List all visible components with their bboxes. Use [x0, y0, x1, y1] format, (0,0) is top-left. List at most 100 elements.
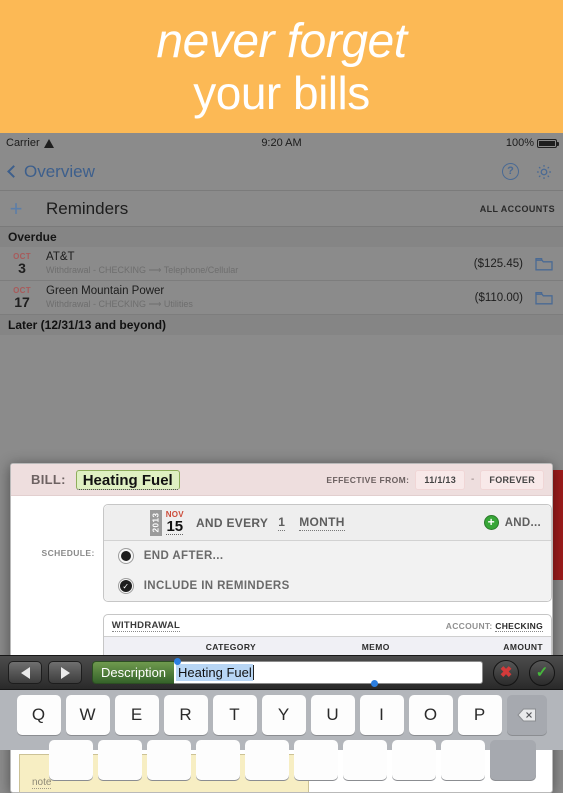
key-p[interactable]: P — [457, 695, 502, 735]
schedule-recurrence-row: 2013 NOV 15 AND EVERY 1 MONTH + AND... — [103, 505, 551, 541]
promo-banner: never forget your bills — [0, 0, 563, 133]
and-every-label: AND EVERY — [195, 515, 269, 530]
key-e[interactable]: E — [114, 695, 159, 735]
keyboard-key[interactable] — [98, 740, 142, 780]
gear-icon[interactable] — [535, 163, 553, 181]
keyboard-key[interactable] — [392, 740, 436, 780]
help-icon[interactable]: ? — [502, 163, 519, 180]
effective-start-field[interactable]: 11/1/13 — [415, 469, 466, 490]
text-caret — [252, 665, 255, 680]
column-category: CATEGORY — [205, 641, 257, 652]
effective-from-label: EFFECTIVE FROM: — [326, 474, 410, 485]
status-bar: Carrier 9:20 AM 100% — [0, 133, 563, 153]
transaction-type-field[interactable]: WITHDRAWAL — [111, 620, 181, 632]
chevron-left-icon — [7, 165, 20, 178]
transaction-account[interactable]: ACCOUNT: CHECKING — [445, 620, 543, 632]
row-detail: Withdrawal - CHECKING ⟶ Utilities — [46, 299, 193, 309]
key-i[interactable]: I — [359, 695, 404, 735]
reminders-header: + Reminders ALL ACCOUNTS — [0, 191, 563, 227]
backspace-key[interactable] — [506, 695, 547, 735]
back-button-label: Overview — [24, 161, 95, 181]
description-input[interactable]: Heating Fuel — [174, 658, 483, 687]
selection-handle-start[interactable] — [174, 658, 182, 665]
next-field-button[interactable] — [48, 661, 82, 684]
account-label: ACCOUNT: — [445, 620, 493, 631]
key-t[interactable]: T — [212, 695, 257, 735]
promo-line-2: your bills — [193, 66, 370, 119]
bill-name-field[interactable]: Heating Fuel — [75, 469, 180, 490]
done-button[interactable]: ✓ — [529, 659, 555, 686]
row-day: 3 — [18, 260, 26, 276]
table-row[interactable]: OCT 3 AT&T Withdrawal - CHECKING ⟶ Telep… — [0, 247, 563, 281]
schedule-row: SCHEDULE: 2013 NOV 15 AND EVERY 1 MONTH — [11, 504, 552, 602]
keyboard-row-1: QWERTYUIOP — [0, 695, 563, 735]
interval-field[interactable]: 1 — [278, 515, 286, 531]
folder-icon[interactable] — [535, 257, 553, 271]
keyboard-key[interactable] — [49, 740, 93, 780]
field-tag-label: Description — [92, 661, 175, 684]
row-date: OCT 3 — [6, 252, 38, 275]
clock: 9:20 AM — [261, 137, 302, 149]
add-schedule-label: AND... — [504, 516, 541, 529]
transaction-header: WITHDRAWAL ACCOUNT: CHECKING — [103, 615, 551, 637]
key-u[interactable]: U — [310, 695, 355, 735]
bill-label: BILL: — [31, 472, 66, 487]
row-day: 17 — [14, 294, 30, 310]
effective-end-field[interactable]: FOREVER — [480, 469, 544, 490]
option-include-in-reminders[interactable]: ✓ INCLUDE IN REMINDERS — [103, 571, 551, 601]
cancel-button[interactable]: ✖ — [493, 659, 519, 686]
row-date: OCT 17 — [6, 286, 38, 309]
battery-label: 100% — [505, 137, 534, 149]
option-include-label: INCLUDE IN REMINDERS — [143, 580, 290, 592]
option-end-after-label: END AFTER... — [143, 550, 224, 562]
column-memo: MEMO — [361, 641, 390, 652]
radio-check-icon: ✓ — [117, 578, 134, 594]
keyboard-key[interactable] — [196, 740, 240, 780]
row-amount: ($125.45) — [473, 257, 523, 270]
row-amount: ($110.00) — [474, 291, 523, 304]
key-y[interactable]: Y — [261, 695, 306, 735]
add-schedule-button[interactable]: + AND... — [483, 515, 541, 530]
navigation-bar: Overview ? — [0, 153, 563, 191]
next-field-icon — [60, 666, 70, 679]
key-w[interactable]: W — [65, 695, 110, 735]
schedule-panel: 2013 NOV 15 AND EVERY 1 MONTH + AND... E… — [102, 504, 552, 602]
folder-icon[interactable] — [535, 291, 553, 305]
section-header-overdue: Overdue — [0, 227, 563, 247]
key-r[interactable]: R — [163, 695, 208, 735]
transaction-column-headers: CATEGORY MEMO AMOUNT — [103, 637, 551, 657]
schedule-label: SCHEDULE: — [41, 548, 95, 558]
row-name: AT&T — [46, 251, 75, 263]
plus-circle-icon: + — [483, 515, 499, 530]
promo-line-1: never forget — [156, 14, 407, 68]
radio-filled-icon — [117, 548, 134, 564]
add-reminder-button[interactable]: + — [0, 197, 32, 220]
keyboard-key[interactable] — [343, 740, 387, 780]
schedule-day: 15 — [166, 518, 184, 535]
effective-separator: - — [471, 474, 475, 485]
keyboard-key[interactable] — [245, 740, 289, 780]
option-end-after[interactable]: END AFTER... — [103, 541, 551, 571]
key-o[interactable]: O — [408, 695, 453, 735]
table-row[interactable]: OCT 17 Green Mountain Power Withdrawal -… — [0, 281, 563, 315]
bill-header: BILL: Heating Fuel EFFECTIVE FROM: 11/1/… — [11, 464, 552, 496]
back-button-overview[interactable]: Overview — [6, 162, 95, 182]
description-input-value: Heating Fuel — [176, 664, 253, 681]
schedule-date-field[interactable]: 2013 NOV 15 — [149, 509, 188, 536]
keyboard-key-wide[interactable] — [490, 740, 536, 780]
interval-unit-field[interactable]: MONTH — [299, 515, 345, 531]
keyboard-key[interactable] — [147, 740, 191, 780]
selection-handle-end[interactable] — [371, 680, 379, 687]
keyboard-row-2 — [0, 740, 563, 780]
page-title: Reminders — [46, 198, 129, 218]
key-q[interactable]: Q — [16, 695, 61, 735]
keyboard-key[interactable] — [294, 740, 338, 780]
previous-field-icon — [20, 666, 30, 679]
row-name: Green Mountain Power — [46, 285, 165, 297]
previous-field-button[interactable] — [8, 661, 42, 684]
accounts-filter-button[interactable]: ALL ACCOUNTS — [480, 204, 555, 214]
keyboard-key[interactable] — [441, 740, 485, 780]
section-header-later: Later (12/31/13 and beyond) — [0, 315, 563, 335]
keyboard-accessory-bar: Description Heating Fuel ✖ ✓ — [0, 655, 563, 690]
done-icon: ✓ — [535, 664, 549, 681]
